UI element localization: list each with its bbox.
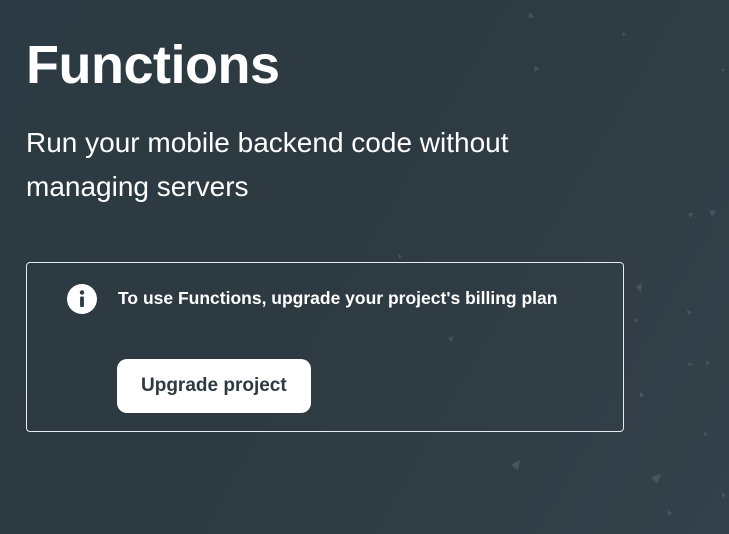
- info-icon: [67, 284, 97, 314]
- billing-notice: To use Functions, upgrade your project's…: [26, 262, 624, 432]
- page-subtitle: Run your mobile backend code without man…: [26, 127, 509, 202]
- billing-notice-message: To use Functions, upgrade your project's…: [118, 288, 558, 308]
- page-title: Functions: [26, 35, 280, 95]
- upgrade-project-button[interactable]: Upgrade project: [117, 359, 311, 413]
- functions-page: Functions Run your mobile backend code w…: [0, 0, 729, 534]
